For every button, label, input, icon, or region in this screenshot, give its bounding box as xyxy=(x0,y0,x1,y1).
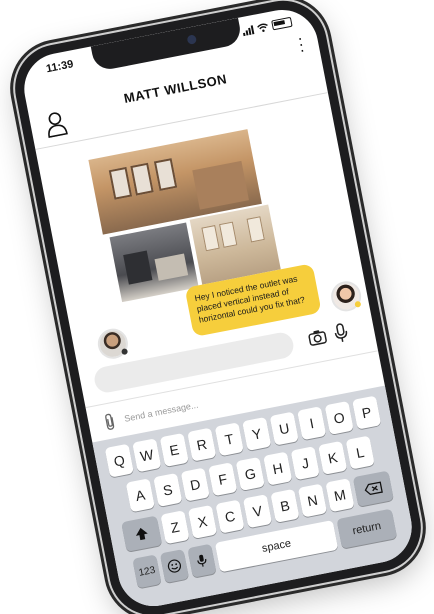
key-x[interactable]: X xyxy=(187,504,218,539)
emoji-key[interactable] xyxy=(159,549,190,584)
camera-icon[interactable] xyxy=(307,328,328,347)
stage: 11:39 MATT WILLSON · · · Hey I noticed t… xyxy=(0,0,434,614)
key-l[interactable]: L xyxy=(345,435,375,470)
key-m[interactable]: M xyxy=(325,478,355,513)
key-q[interactable]: Q xyxy=(104,443,134,478)
photo-interior-2[interactable] xyxy=(109,222,199,303)
key-b[interactable]: B xyxy=(270,488,300,523)
numbers-key[interactable]: 123 xyxy=(132,554,162,589)
key-s[interactable]: S xyxy=(153,472,183,507)
profile-icon[interactable] xyxy=(43,109,70,139)
microphone-icon[interactable] xyxy=(332,322,350,344)
delete-key[interactable] xyxy=(352,470,394,507)
key-e[interactable]: E xyxy=(159,432,189,467)
battery-icon xyxy=(271,16,293,31)
key-p[interactable]: P xyxy=(352,395,382,430)
key-t[interactable]: T xyxy=(214,422,244,457)
front-camera-icon xyxy=(186,34,198,45)
key-d[interactable]: D xyxy=(180,467,210,502)
key-f[interactable]: F xyxy=(208,462,238,497)
user-status-dot xyxy=(354,300,362,308)
key-c[interactable]: C xyxy=(215,499,245,534)
key-j[interactable]: J xyxy=(290,446,320,481)
status-icons xyxy=(242,16,293,37)
more-options-icon[interactable]: · · · xyxy=(296,30,307,59)
wifi-icon xyxy=(257,23,268,32)
return-key[interactable]: return xyxy=(336,508,398,549)
emoji-icon xyxy=(167,559,182,573)
shift-key[interactable] xyxy=(121,515,163,552)
status-time: 11:39 xyxy=(45,58,75,76)
shift-arrow-icon xyxy=(135,527,148,541)
cellular-signal-icon xyxy=(242,24,255,37)
paperclip-icon[interactable] xyxy=(101,412,118,432)
key-w[interactable]: W xyxy=(132,438,162,473)
key-o[interactable]: O xyxy=(324,400,354,435)
phone-frame: 11:39 MATT WILLSON · · · Hey I noticed t… xyxy=(7,0,429,614)
phone-screen: 11:39 MATT WILLSON · · · Hey I noticed t… xyxy=(18,3,418,613)
dictation-key[interactable] xyxy=(187,543,217,578)
key-u[interactable]: U xyxy=(269,411,299,446)
key-v[interactable]: V xyxy=(242,494,273,529)
key-g[interactable]: G xyxy=(235,456,265,491)
dictation-mic-icon xyxy=(197,554,207,567)
key-n[interactable]: N xyxy=(297,483,328,518)
key-i[interactable]: I xyxy=(297,406,327,441)
key-k[interactable]: K xyxy=(318,440,348,475)
key-a[interactable]: A xyxy=(125,478,155,513)
key-y[interactable]: Y xyxy=(242,416,272,451)
key-r[interactable]: R xyxy=(187,427,217,462)
key-h[interactable]: H xyxy=(263,451,293,486)
backspace-icon xyxy=(364,481,383,496)
key-z[interactable]: Z xyxy=(160,510,190,545)
